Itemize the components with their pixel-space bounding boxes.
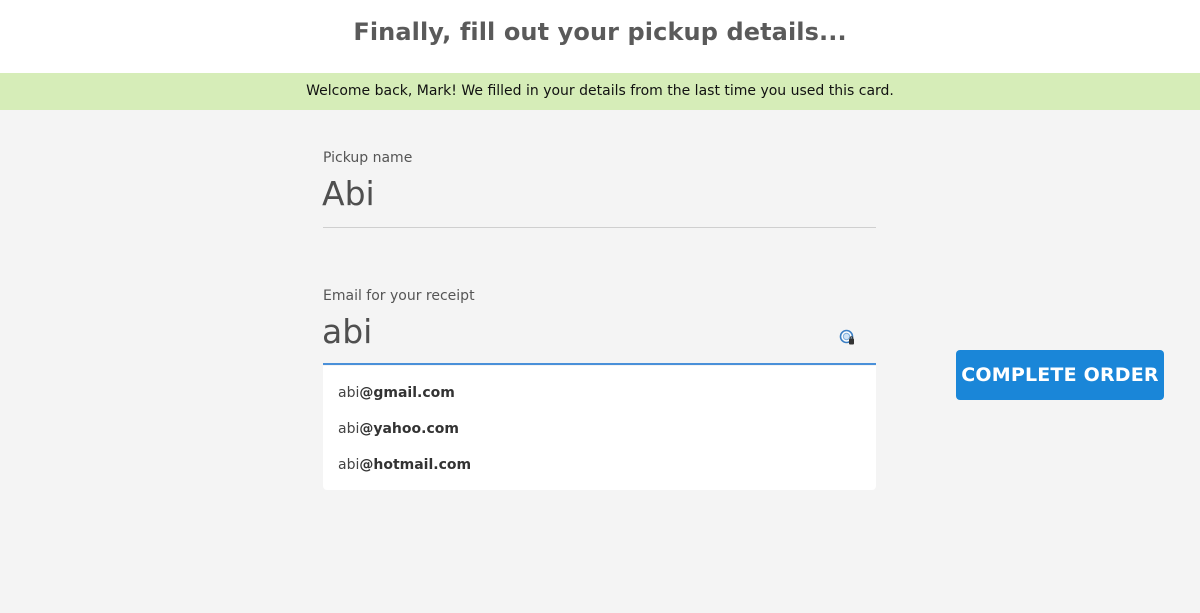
suggestion-local-part: abi [338,421,360,437]
page-title: Finally, fill out your pickup details... [353,18,847,46]
suggestion-yahoo[interactable]: abi@yahoo.com [338,421,459,437]
email-underline-focused [323,363,876,365]
complete-order-button[interactable]: COMPLETE ORDER [956,350,1164,400]
welcome-banner-text: Welcome back, Mark! We filled in your de… [306,83,894,99]
suggestion-hotmail[interactable]: abi@hotmail.com [338,457,471,473]
suggestion-domain: @yahoo.com [359,421,459,437]
page-header: Finally, fill out your pickup details... [0,0,1200,73]
suggestion-local-part: abi [338,457,360,473]
suggestion-local-part: abi [338,385,360,401]
pickup-name-input[interactable]: Abi [322,172,862,216]
suggestion-domain: @hotmail.com [359,457,472,473]
pickup-name-underline [323,227,876,228]
email-label: Email for your receipt [323,288,475,304]
suggestion-domain: @gmail.com [359,385,455,401]
email-input[interactable]: abi [322,310,862,354]
welcome-banner: Welcome back, Mark! We filled in your de… [0,73,1200,110]
suggestion-gmail[interactable]: abi@gmail.com [338,385,455,401]
pickup-name-label: Pickup name [323,150,413,166]
password-manager-key-icon[interactable] [839,329,856,346]
email-suggestions-dropdown: abi@gmail.com abi@yahoo.com abi@hotmail.… [323,366,876,490]
